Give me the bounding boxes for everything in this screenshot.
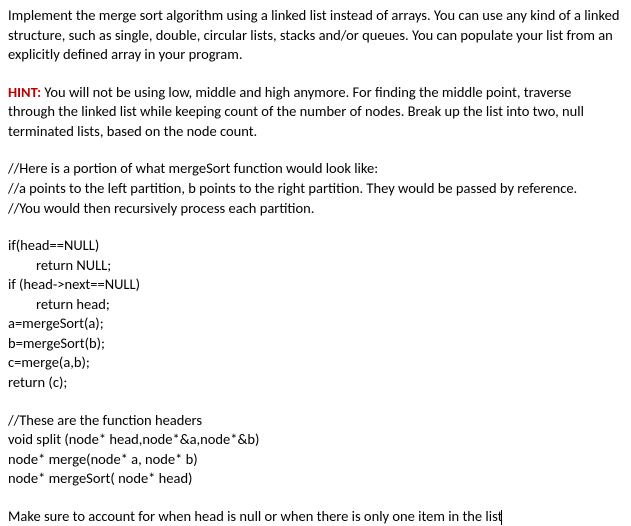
final-note: Make sure to account for when head is nu…: [8, 507, 621, 526]
header-line: void split (node* head,node*&a,node*&b): [8, 430, 621, 450]
intro-paragraph: Implement the merge sort algorithm using…: [8, 6, 621, 65]
hint-label: HINT:: [8, 83, 41, 101]
code-line: c=merge(a,b);: [8, 353, 621, 373]
code-line: b=mergeSort(b);: [8, 334, 621, 354]
comment-block-1: //Here is a portion of what mergeSort fu…: [8, 159, 621, 218]
header-line: node* merge(node* a, node* b): [8, 450, 621, 470]
header-line: //These are the function headers: [8, 411, 621, 431]
hint-text: You will not be using low, middle and hi…: [8, 83, 584, 140]
code-line: return head;: [8, 295, 621, 315]
code-block: if(head==NULL) return NULL; if (head->ne…: [8, 236, 621, 393]
comment-line: //Here is a portion of what mergeSort fu…: [8, 159, 621, 179]
header-line: node* mergeSort( node* head): [8, 469, 621, 489]
comment-line: //You would then recursively process eac…: [8, 199, 621, 219]
code-line: return NULL;: [8, 256, 621, 276]
code-line: return (c);: [8, 373, 621, 393]
hint-paragraph: HINT: You will not be using low, middle …: [8, 83, 621, 142]
headers-block: //These are the function headers void sp…: [8, 411, 621, 489]
code-line: if (head->next==NULL): [8, 275, 621, 295]
code-line: a=mergeSort(a);: [8, 314, 621, 334]
final-text: Make sure to account for when head is nu…: [8, 507, 502, 525]
comment-line: //a points to the left partition, b poin…: [8, 179, 621, 199]
code-line: if(head==NULL): [8, 236, 621, 256]
text-cursor: [501, 510, 502, 525]
